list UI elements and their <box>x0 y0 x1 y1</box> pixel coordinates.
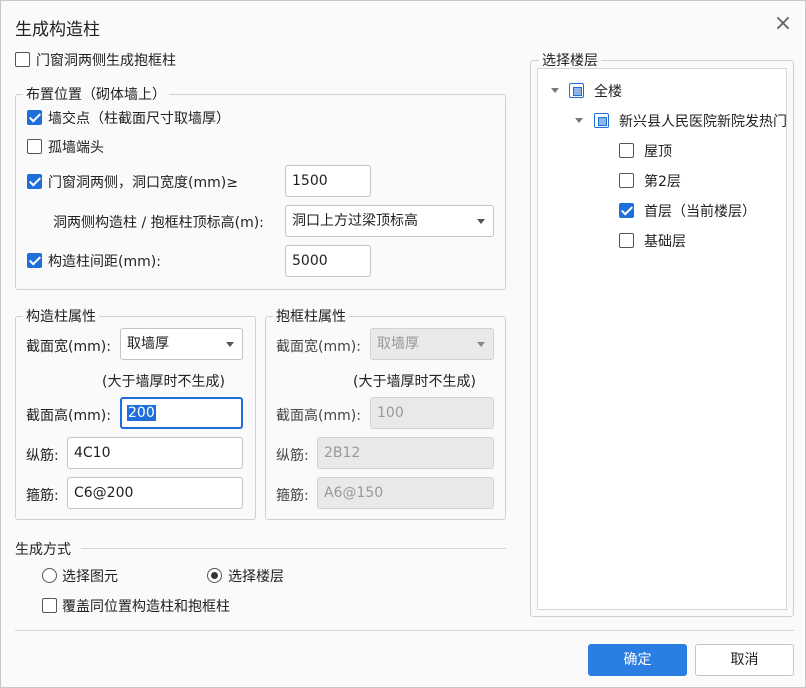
column-height-input[interactable]: 200 <box>120 397 243 429</box>
column-width-value: 取墙厚 <box>127 336 169 352</box>
footer-divider <box>15 630 794 631</box>
chevron-down-icon <box>226 342 234 347</box>
floor-select-legend: 选择楼层 <box>539 50 601 70</box>
frame-column-label: 门窗洞两侧生成抱框柱 <box>36 53 176 69</box>
floor-tree: 全楼 新兴县人民医院新院发热门 屋顶 第2层 首层（当前楼层） 基础层 <box>537 68 787 610</box>
column-longbar-input[interactable]: 4C10 <box>67 437 243 469</box>
select-floors-radio[interactable] <box>207 568 222 583</box>
column-height-label: 截面高(mm): <box>26 408 111 424</box>
wall-intersection-checkbox[interactable] <box>27 110 42 125</box>
expand-arrow-icon[interactable] <box>551 88 559 93</box>
tree-project-label[interactable]: 新兴县人民医院新院发热门 <box>619 111 786 131</box>
tree-floor-label[interactable]: 第2层 <box>644 171 681 191</box>
tree-root-checkbox[interactable] <box>569 83 584 98</box>
frame-height-label: 截面高(mm): <box>276 408 361 424</box>
wall-intersection-label: 墙交点（柱截面尺寸取墙厚） <box>48 111 230 127</box>
top-elevation-label: 洞两侧构造柱 / 抱框柱顶标高(m): <box>53 215 264 231</box>
tree-root-label[interactable]: 全楼 <box>594 81 622 101</box>
close-icon[interactable]: × <box>771 13 795 37</box>
isolated-wall-end-checkbox[interactable] <box>27 139 42 154</box>
column-stirrup-label: 箍筋: <box>26 488 59 504</box>
column-height-value: 200 <box>127 405 156 421</box>
frame-longbar-input: 2B12 <box>317 437 494 469</box>
frame-width-note: (大于墙厚时不生成) <box>353 374 476 390</box>
column-longbar-label: 纵筋: <box>26 448 59 464</box>
column-width-label: 截面宽(mm): <box>26 339 111 355</box>
tree-project-checkbox[interactable] <box>594 113 609 128</box>
chevron-down-icon <box>477 342 485 347</box>
frame-width-select: 取墙厚 <box>370 328 494 360</box>
spacing-label: 构造柱间距(mm): <box>48 254 161 270</box>
frame-column-checkbox[interactable] <box>15 52 30 67</box>
frame-width-value: 取墙厚 <box>377 336 419 352</box>
frame-height-input: 100 <box>370 397 494 429</box>
top-elevation-select[interactable]: 洞口上方过梁顶标高 <box>285 205 494 237</box>
frame-props-legend: 抱框柱属性 <box>273 306 349 326</box>
frame-stirrup-input: A6@150 <box>317 477 494 509</box>
placement-legend: 布置位置（砌体墙上） <box>23 84 169 104</box>
select-elements-radio[interactable] <box>42 568 57 583</box>
tree-floor-label[interactable]: 首层（当前楼层） <box>644 201 756 221</box>
tree-floor-label[interactable]: 屋顶 <box>644 141 672 161</box>
cancel-button[interactable]: 取消 <box>695 644 794 676</box>
frame-width-label: 截面宽(mm): <box>276 339 361 355</box>
dialog-title: 生成构造柱 <box>15 20 100 40</box>
spacing-checkbox[interactable] <box>27 253 42 268</box>
generate-column-dialog: 生成构造柱 × 门窗洞两侧生成抱框柱 布置位置（砌体墙上） 墙交点（柱截面尺寸取… <box>0 0 806 688</box>
column-width-note: (大于墙厚时不生成) <box>102 374 225 390</box>
tree-floor-label[interactable]: 基础层 <box>644 231 686 251</box>
select-elements-label: 选择图元 <box>62 569 118 585</box>
column-width-select[interactable]: 取墙厚 <box>120 328 243 360</box>
tree-floor-checkbox[interactable] <box>619 233 634 248</box>
tree-floor-checkbox[interactable] <box>619 203 634 218</box>
chevron-down-icon <box>477 219 485 224</box>
overwrite-checkbox[interactable] <box>42 598 57 613</box>
top-elevation-value: 洞口上方过梁顶标高 <box>292 213 418 229</box>
frame-stirrup-label: 箍筋: <box>276 488 309 504</box>
isolated-wall-end-label: 孤墙端头 <box>48 140 104 156</box>
generate-mode-legend: 生成方式 <box>15 542 71 558</box>
opening-sides-checkbox[interactable] <box>27 174 42 189</box>
select-floors-label: 选择楼层 <box>228 569 284 585</box>
ok-button[interactable]: 确定 <box>588 644 687 676</box>
overwrite-label: 覆盖同位置构造柱和抱框柱 <box>62 599 230 615</box>
opening-width-input[interactable]: 1500 <box>285 165 371 197</box>
column-props-legend: 构造柱属性 <box>23 306 99 326</box>
generate-mode-divider <box>81 548 506 549</box>
expand-arrow-icon[interactable] <box>575 118 583 123</box>
opening-sides-label: 门窗洞两侧，洞口宽度(mm)≥ <box>48 175 238 191</box>
frame-longbar-label: 纵筋: <box>276 448 309 464</box>
tree-floor-checkbox[interactable] <box>619 143 634 158</box>
column-stirrup-input[interactable]: C6@200 <box>67 477 243 509</box>
spacing-input[interactable]: 5000 <box>285 245 371 277</box>
tree-floor-checkbox[interactable] <box>619 173 634 188</box>
